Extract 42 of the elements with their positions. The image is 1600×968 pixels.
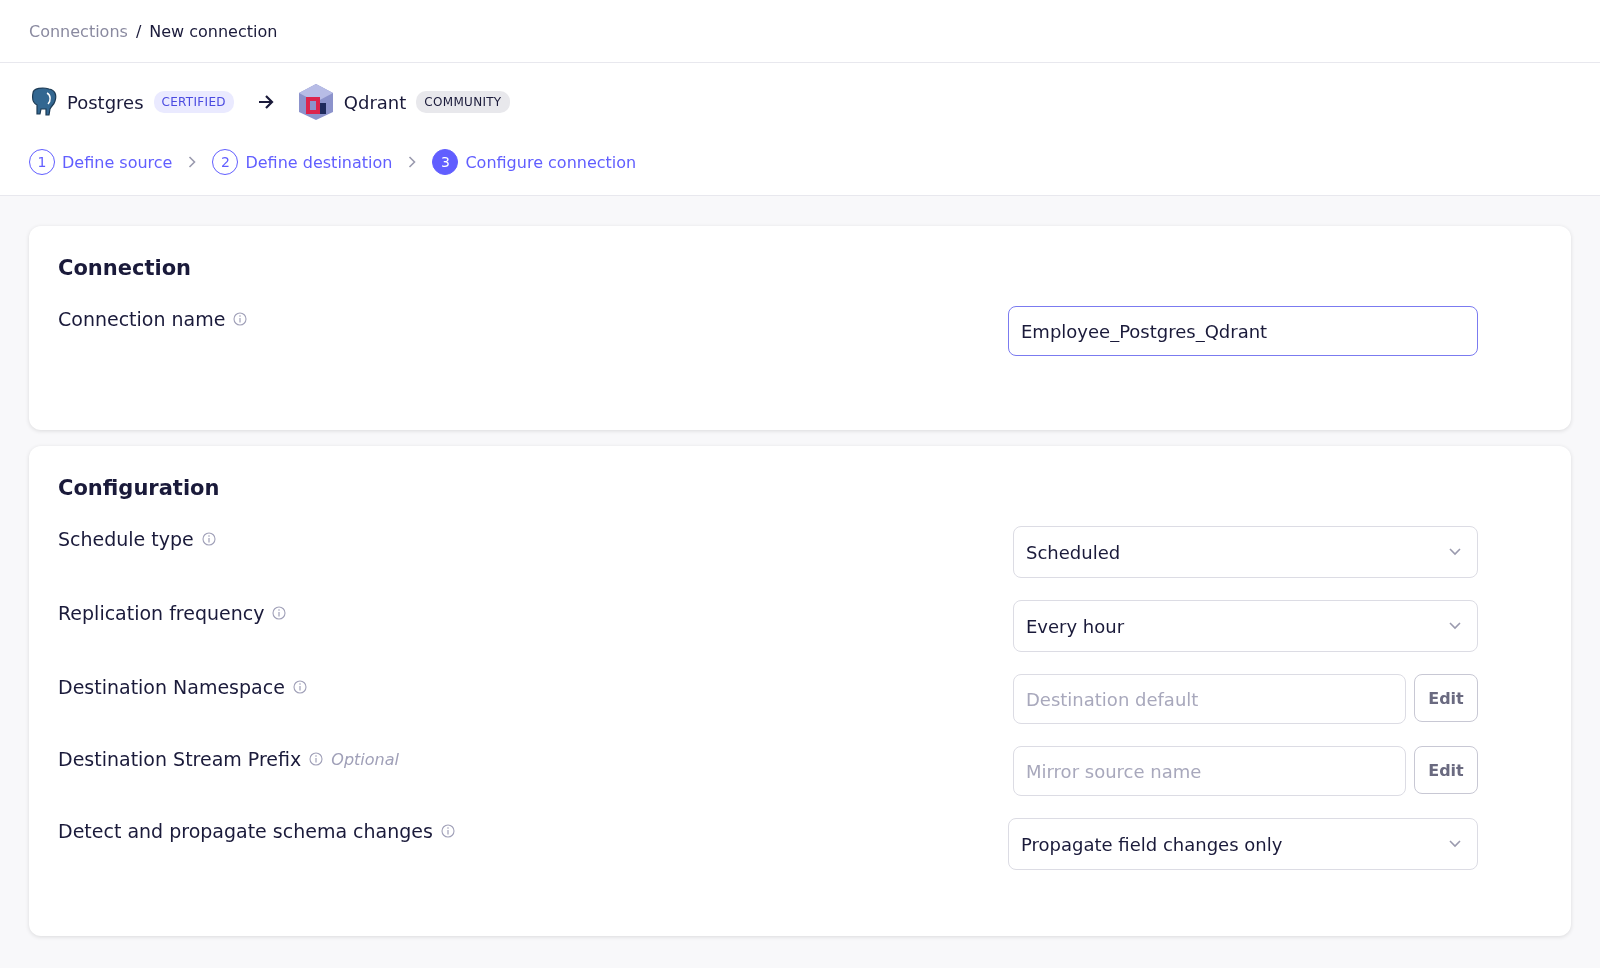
step-link[interactable]: Define destination [245, 152, 393, 172]
section-title: Configuration [58, 476, 221, 500]
text-input-field[interactable]: Destination default [1013, 674, 1406, 724]
community-badge: COMMUNITY [416, 91, 510, 113]
info-icon[interactable] [309, 752, 324, 766]
dropdown-select[interactable]: Propagate field changes only [1008, 818, 1478, 870]
info-icon[interactable] [272, 606, 287, 620]
chevron-right-icon [188, 156, 197, 168]
info-icon[interactable] [201, 532, 216, 546]
field-label: Destination Stream Prefix [58, 748, 302, 770]
connection-name-field[interactable]: Employee_Postgres_Qdrant [1008, 306, 1478, 356]
edit-button[interactable]: Edit [1414, 674, 1478, 722]
breadcrumb-link[interactable]: Connections [29, 21, 128, 41]
certified-badge: CERTIFIED [153, 91, 234, 113]
text-input-field[interactable]: Mirror source name [1013, 746, 1406, 796]
breadcrumb-separator: / [135, 21, 142, 41]
step-link[interactable]: Configure connection [465, 152, 637, 172]
breadcrumb-link[interactable]: New connection [149, 21, 278, 41]
dropdown-select[interactable]: Scheduled [1013, 526, 1478, 578]
caret-icon [1449, 622, 1461, 630]
edit-button[interactable]: Edit [1414, 746, 1478, 794]
section-title: Connection [58, 256, 193, 280]
field-label: Replication frequency [58, 602, 265, 624]
destination-name: Qdrant [343, 91, 407, 113]
caret-icon [1449, 840, 1461, 848]
dropdown-select[interactable]: Every hour [1013, 600, 1478, 652]
optional-note: Optional [331, 749, 399, 769]
elephant-logo-icon [29, 87, 57, 117]
step-link[interactable]: Define source [62, 152, 173, 172]
info-icon[interactable] [292, 680, 307, 694]
field-label: Schedule type [58, 528, 194, 550]
caret-icon [1449, 548, 1461, 556]
step-number: 3 [432, 149, 459, 175]
arrow-right-icon [257, 95, 274, 109]
field-label: Destination Namespace [58, 676, 285, 698]
field-label: Detect and propagate schema changes [58, 820, 433, 842]
chevron-right-icon [408, 156, 417, 168]
source-name: Postgres [67, 91, 144, 113]
cube-logo-icon [297, 83, 334, 121]
info-icon[interactable] [440, 824, 455, 838]
info-icon[interactable] [233, 312, 248, 326]
field-label: Connection name [58, 308, 226, 330]
